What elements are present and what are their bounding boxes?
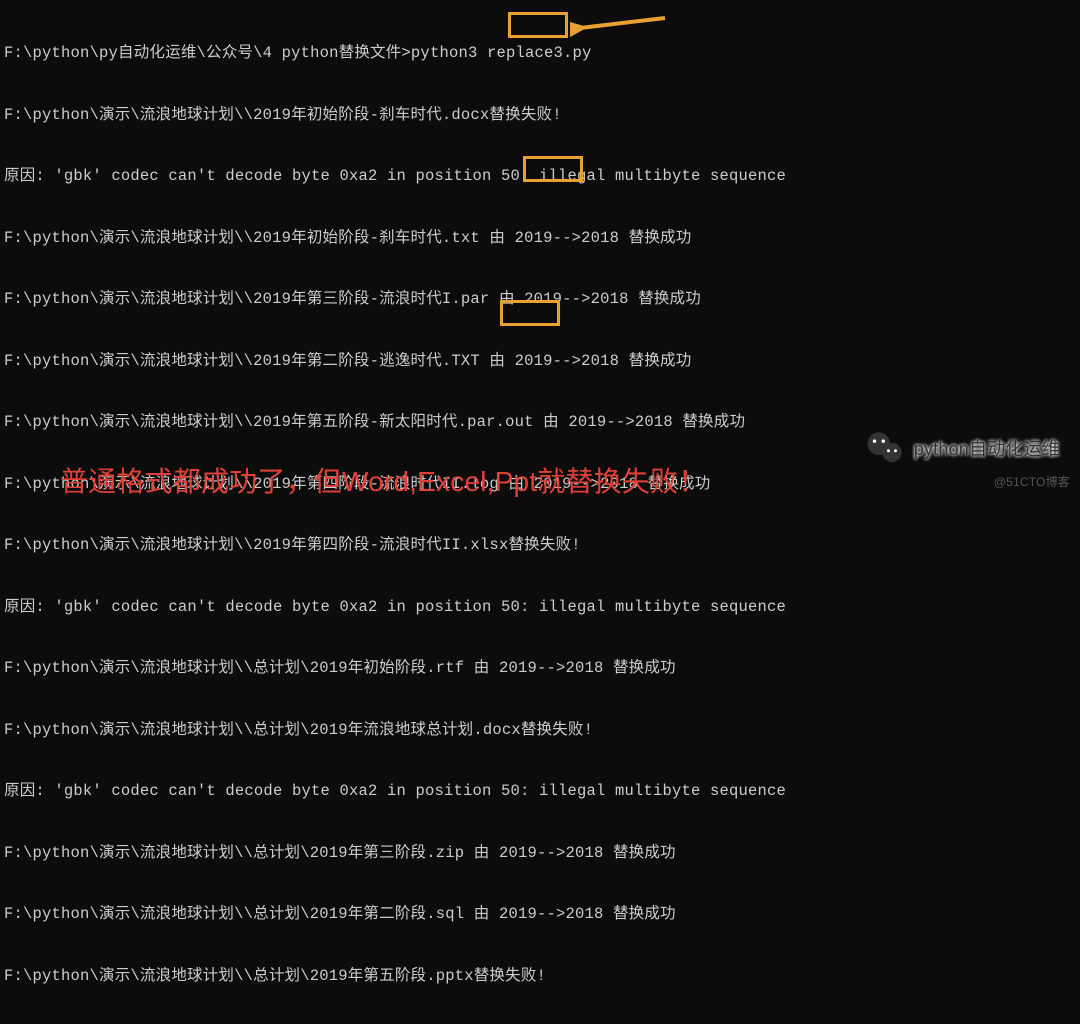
terminal-line: F:\python\演示\流浪地球计划\\2019年初始阶段-刹车时代.txt … <box>4 228 1076 249</box>
annotation-caption: 普通格式都成功了，但Word,Excel,Ppt就替换失败！ <box>60 472 706 493</box>
terminal-line: 原因: 'gbk' codec can't decode byte 0xa2 i… <box>4 597 1076 618</box>
terminal-line: F:\python\py自动化运维\公众号\4 python替换文件>pytho… <box>4 43 1076 64</box>
terminal-line: F:\python\演示\流浪地球计划\\总计划\2019年初始阶段.rtf 由… <box>4 658 1076 679</box>
terminal-line: F:\python\演示\流浪地球计划\\2019年第二阶段-逃逸时代.TXT … <box>4 351 1076 372</box>
terminal-line: F:\python\演示\流浪地球计划\\总计划\2019年第五阶段.pptx替… <box>4 966 1076 987</box>
terminal-line: F:\python\演示\流浪地球计划\\总计划\2019年第三阶段.zip 由… <box>4 843 1076 864</box>
wechat-label: python自动化运维 <box>914 439 1060 460</box>
wechat-icon <box>864 428 906 470</box>
terminal-line: F:\python\演示\流浪地球计划\\总计划\2019年流浪地球总计划.do… <box>4 720 1076 741</box>
terminal-line: F:\python\演示\流浪地球计划\\总计划\2019年第二阶段.sql 由… <box>4 904 1076 925</box>
terminal-output: F:\python\py自动化运维\公众号\4 python替换文件>pytho… <box>0 0 1080 1024</box>
terminal-line: F:\python\演示\流浪地球计划\\2019年初始阶段-刹车时代.docx… <box>4 105 1076 126</box>
terminal-line: F:\python\演示\流浪地球计划\\2019年第三阶段-流浪时代I.par… <box>4 289 1076 310</box>
wechat-badge: python自动化运维 <box>864 428 1060 470</box>
terminal-line: F:\python\演示\流浪地球计划\\2019年第四阶段-流浪时代II.xl… <box>4 535 1076 556</box>
watermark: @51CTO博客 <box>994 472 1070 493</box>
terminal-line: 原因: 'gbk' codec can't decode byte 0xa2 i… <box>4 166 1076 187</box>
terminal-line: 原因: 'gbk' codec can't decode byte 0xa2 i… <box>4 781 1076 802</box>
